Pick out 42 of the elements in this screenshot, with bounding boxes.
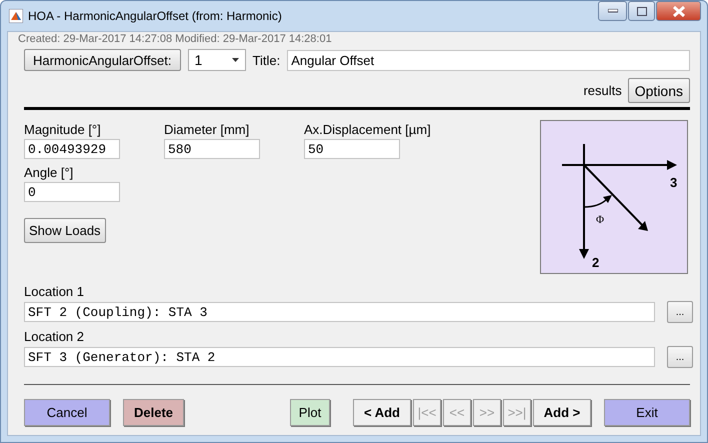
- axis-label: 2: [592, 255, 600, 270]
- action-button[interactable]: Plot: [290, 399, 330, 426]
- action-button[interactable]: Delete: [123, 399, 184, 426]
- input-field[interactable]: 0.00493929: [24, 139, 120, 159]
- type-button[interactable]: HarmonicAngularOffset:: [24, 49, 180, 71]
- angle-label: Φ: [596, 214, 604, 226]
- input-field[interactable]: 50: [304, 139, 400, 159]
- timestamps: Created: 29-Mar-2017 14:27:08 Modified: 29-Mar-2017 14:28:01: [18, 33, 333, 45]
- close-icon: [672, 6, 684, 16]
- field-label: Diameter [mm]: [164, 122, 250, 137]
- field-label: Angle [°]: [24, 165, 74, 180]
- field-label: Ax.Displacement [µm]: [304, 122, 432, 137]
- index-dropdown[interactable]: 1: [188, 49, 246, 71]
- location-field[interactable]: SFT 3 (Generator): STA 2: [24, 347, 655, 367]
- maximize-button[interactable]: [628, 1, 655, 21]
- close-button[interactable]: [656, 1, 701, 21]
- diagonal-arrow: [583, 164, 648, 231]
- app-icon: [9, 9, 23, 23]
- caret-icon: [232, 58, 238, 62]
- action-button[interactable]: Exit: [604, 399, 690, 426]
- location-label: Location 1: [24, 284, 85, 299]
- action-button[interactable]: Add >: [533, 399, 591, 426]
- minimize-icon: [608, 9, 618, 13]
- location-field[interactable]: SFT 2 (Coupling): STA 3: [24, 302, 655, 322]
- angle-arc-arrow: [584, 195, 612, 208]
- maximize-icon: [636, 6, 646, 16]
- input-field[interactable]: 0: [24, 182, 120, 202]
- window-title: HOA - HarmonicAngularOffset (from: Harmonic): [28, 9, 283, 23]
- options-button[interactable]: Options: [628, 78, 690, 103]
- location-label: Location 2: [24, 329, 85, 344]
- results-label: results: [583, 83, 622, 98]
- browse-button[interactable]: ...: [667, 346, 693, 368]
- title-field[interactable]: Angular Offset: [287, 50, 690, 70]
- input-field[interactable]: 580: [164, 139, 260, 159]
- title-label: Title:: [252, 52, 280, 68]
- action-button[interactable]: < Add: [353, 399, 411, 426]
- field-label: Magnitude [°]: [24, 122, 102, 137]
- action-button[interactable]: Cancel: [24, 399, 110, 426]
- browse-button[interactable]: ...: [667, 301, 693, 323]
- axis-label: 3: [670, 175, 678, 190]
- show-loads-button[interactable]: Show Loads: [24, 218, 106, 243]
- minimize-button[interactable]: [598, 1, 627, 21]
